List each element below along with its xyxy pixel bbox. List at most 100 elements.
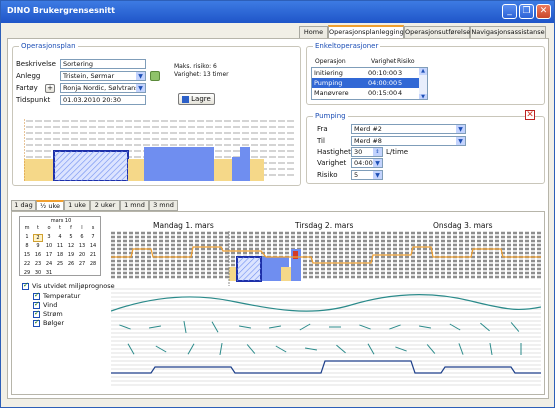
calendar-day[interactable]: 19 bbox=[66, 252, 76, 258]
prognose-checkbox[interactable] bbox=[33, 300, 40, 309]
anlegg-select[interactable]: Tristein, Sørmar ▼ bbox=[60, 71, 146, 81]
calendar-day[interactable]: 5 bbox=[66, 234, 76, 240]
calendar-weekday: s bbox=[91, 225, 95, 231]
blue-bar bbox=[144, 147, 214, 181]
delete-icon[interactable]: ✕ bbox=[525, 110, 535, 120]
til-value: Merd #8 bbox=[354, 137, 382, 145]
fartoy-label: Fartøy bbox=[16, 84, 38, 92]
calendar-day[interactable]: 4 bbox=[55, 234, 65, 240]
hastighet-value: 30 bbox=[354, 148, 363, 156]
tidspunkt-label: Tidspunkt bbox=[16, 96, 51, 104]
calendar-day[interactable]: 1 bbox=[22, 234, 32, 240]
chevron-down-icon[interactable]: ▼ bbox=[373, 159, 382, 167]
ops-cell-varighet: 04:00:00 bbox=[368, 79, 398, 87]
fra-select[interactable]: Merd #2 ▼ bbox=[351, 124, 466, 134]
map-icon[interactable] bbox=[150, 71, 160, 81]
risiko-select[interactable]: 5 ▼ bbox=[351, 170, 383, 180]
calendar-day[interactable]: 6 bbox=[77, 234, 87, 240]
calendar-day[interactable]: 16 bbox=[33, 252, 43, 258]
tab-halv-uke[interactable]: ½ uke bbox=[36, 200, 64, 211]
calendar-day[interactable]: 24 bbox=[44, 261, 54, 267]
calendar-day[interactable]: 8 bbox=[22, 243, 32, 249]
vis-utvidet-label: Vis utvidet miljøprognose bbox=[32, 282, 115, 290]
varighet-select[interactable]: 04:00 ▼ bbox=[351, 158, 383, 168]
ops-list[interactable]: Initiering 00:10:00 3 Pumping 04:00:00 5 Manøv… bbox=[311, 67, 428, 100]
calendar-day[interactable]: 31 bbox=[44, 270, 54, 276]
prognose-checkbox[interactable] bbox=[33, 318, 40, 327]
calendar-month: mars 10 bbox=[50, 218, 72, 224]
til-label: Til bbox=[317, 137, 325, 145]
calendar[interactable]: mars 10 m t o t f l s 1 2 3 4 5 6 7 8 9 10 11 12 13 14 15 16 17… bbox=[19, 216, 101, 276]
ops-row[interactable]: Initiering 00:10:00 3 bbox=[312, 68, 427, 78]
tab-1-mnd[interactable]: 1 mnd bbox=[120, 200, 149, 211]
ops-row[interactable]: Pumping 04:00:00 5 bbox=[312, 78, 427, 88]
calendar-day[interactable]: 28 bbox=[88, 261, 98, 267]
hastighet-stepper[interactable]: 30 ⇕ bbox=[351, 147, 383, 157]
ops-row[interactable]: Manøvrere 00:15:00 4 bbox=[312, 88, 427, 98]
scrollbar[interactable]: ▲ ▼ bbox=[419, 68, 427, 99]
tab-2-uker[interactable]: 2 uker bbox=[90, 200, 120, 211]
chevron-down-icon[interactable]: ▼ bbox=[136, 72, 145, 80]
close-icon[interactable]: ✕ bbox=[536, 4, 551, 19]
calendar-day[interactable]: 21 bbox=[88, 252, 98, 258]
calendar-day[interactable]: 29 bbox=[22, 270, 32, 276]
calendar-day[interactable]: 14 bbox=[88, 243, 98, 249]
calendar-day[interactable]: 10 bbox=[44, 243, 54, 249]
risk-curve bbox=[111, 246, 541, 264]
tab-1-uke[interactable]: 1 uke bbox=[64, 200, 90, 211]
hastighet-label: Hastighet bbox=[317, 148, 351, 156]
calendar-day[interactable]: 25 bbox=[55, 261, 65, 267]
calendar-weekday: f bbox=[70, 225, 72, 231]
stepper-icon[interactable]: ⇕ bbox=[373, 148, 382, 156]
prognose-checkbox[interactable] bbox=[33, 291, 40, 300]
prognose-label: Bølger bbox=[43, 319, 65, 327]
prognose-label: Strøm bbox=[43, 310, 63, 318]
beskrivelse-input[interactable]: Sortering bbox=[60, 59, 146, 69]
vis-utvidet-checkbox[interactable] bbox=[22, 281, 29, 290]
yellow-bar bbox=[214, 159, 232, 181]
chevron-up-icon[interactable]: ▲ bbox=[419, 68, 427, 75]
chevron-down-icon[interactable]: ▼ bbox=[419, 94, 427, 99]
tab-1-dag[interactable]: 1 dag bbox=[11, 200, 36, 211]
add-fartoy-button[interactable]: + bbox=[45, 84, 55, 93]
calendar-day[interactable]: 9 bbox=[33, 243, 43, 249]
calendar-day[interactable]: 27 bbox=[77, 261, 87, 267]
lagre-button[interactable]: Lagre bbox=[178, 93, 215, 105]
calendar-day[interactable]: 15 bbox=[22, 252, 32, 258]
fartoy-select[interactable]: Ronja Nordic, Sølvtrans ▼ bbox=[60, 83, 146, 93]
calendar-day[interactable]: 12 bbox=[66, 243, 76, 249]
enkeltoperasjoner-legend: Enkeltoperasjoner bbox=[315, 42, 379, 50]
chevron-down-icon[interactable]: ▼ bbox=[456, 125, 465, 133]
calendar-day[interactable]: 18 bbox=[55, 252, 65, 258]
maximize-icon[interactable]: ❐ bbox=[519, 4, 534, 19]
calendar-day[interactable]: 3 bbox=[44, 234, 54, 240]
arrow-icon bbox=[183, 321, 187, 333]
calendar-day[interactable]: 17 bbox=[44, 252, 54, 258]
ops-cell-operasjon: Manøvrere bbox=[314, 89, 349, 97]
calendar-day[interactable]: 7 bbox=[88, 234, 98, 240]
arrow-icon bbox=[239, 325, 251, 329]
tab-3-mnd[interactable]: 3 mnd bbox=[149, 200, 178, 211]
chevron-down-icon[interactable]: ▼ bbox=[456, 137, 465, 145]
calendar-day[interactable]: 11 bbox=[55, 243, 65, 249]
calendar-day[interactable]: 2 bbox=[33, 234, 43, 242]
calendar-weekday: t bbox=[37, 225, 39, 231]
fra-value: Merd #2 bbox=[354, 125, 382, 133]
calendar-day[interactable]: 30 bbox=[33, 270, 43, 276]
varighet-text: Varighet: 13 timer bbox=[174, 71, 229, 78]
prognose-checkbox[interactable] bbox=[33, 309, 40, 318]
chevron-down-icon[interactable]: ▼ bbox=[373, 171, 382, 179]
tidspunkt-input[interactable]: 01.03.2010 20:30 bbox=[60, 95, 146, 105]
calendar-day[interactable]: 13 bbox=[77, 243, 87, 249]
calendar-day[interactable]: 20 bbox=[77, 252, 87, 258]
chevron-down-icon[interactable]: ▼ bbox=[136, 84, 145, 92]
risiko-label: Risiko bbox=[317, 171, 338, 179]
calendar-day[interactable]: 26 bbox=[66, 261, 76, 267]
timeline-chart bbox=[111, 231, 541, 386]
yellow-bar bbox=[250, 159, 264, 181]
til-select[interactable]: Merd #8 ▼ bbox=[351, 136, 466, 146]
minimize-icon[interactable]: _ bbox=[502, 4, 517, 19]
calendar-day[interactable]: 23 bbox=[33, 261, 43, 267]
tab-operasjonsplanlegging[interactable]: Operasjonsplanlegging bbox=[328, 25, 404, 39]
calendar-day[interactable]: 22 bbox=[22, 261, 32, 267]
